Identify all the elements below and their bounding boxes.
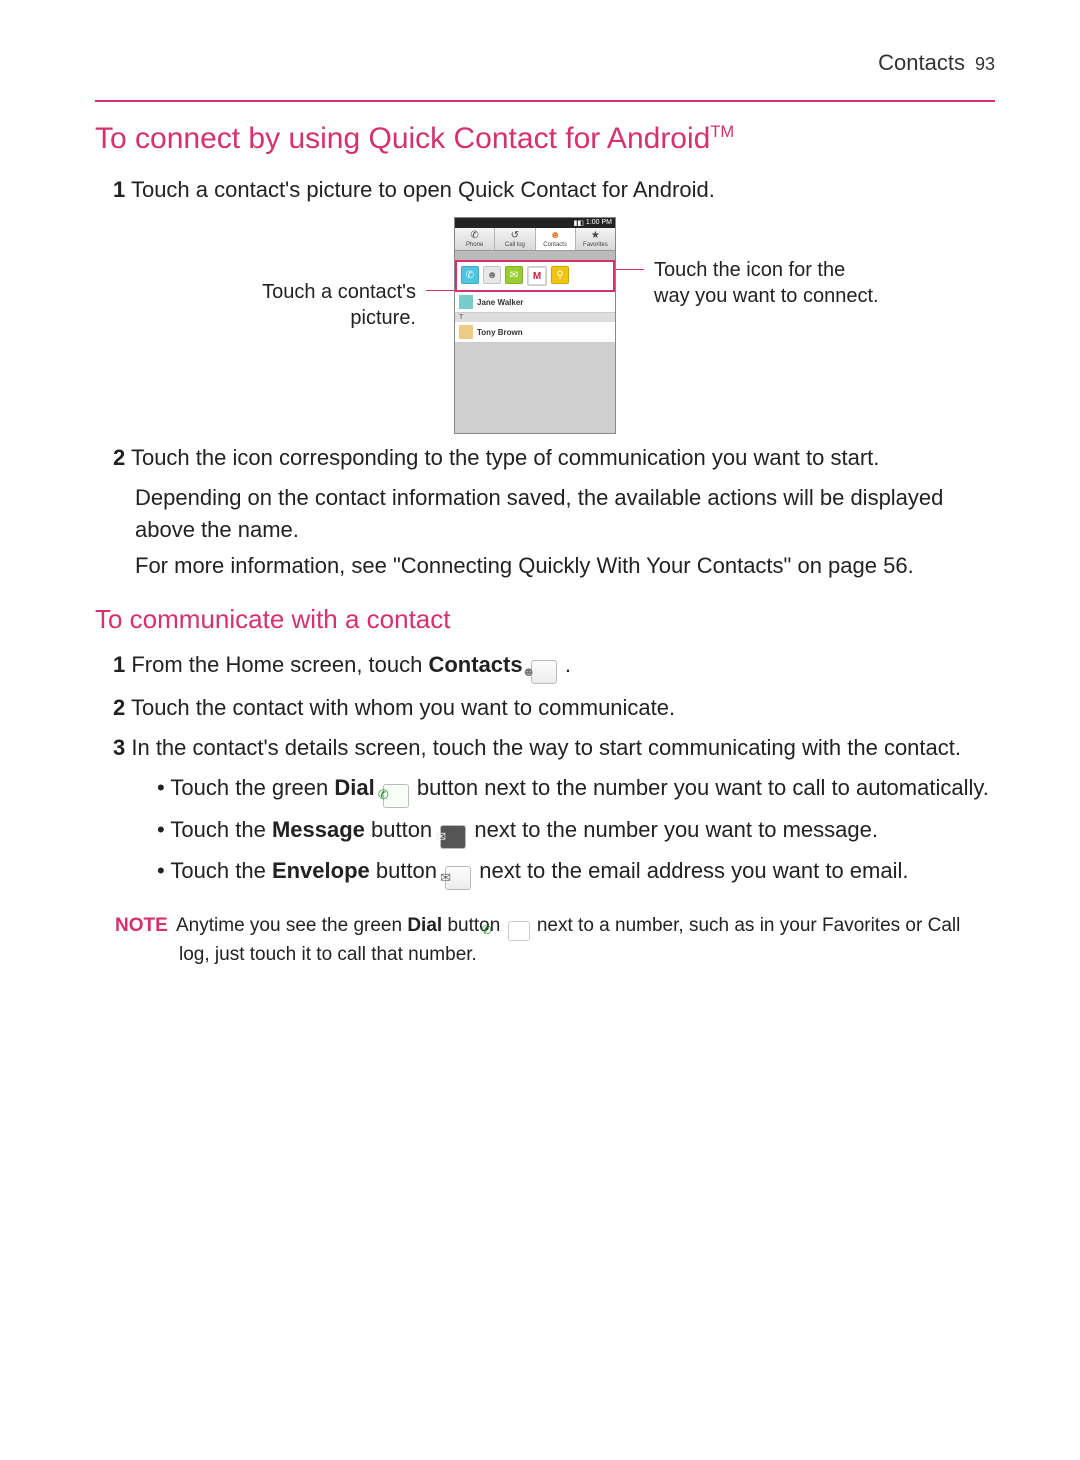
step-text: In the contact's details screen, touch t…	[125, 735, 961, 760]
running-header: Contacts 93	[95, 50, 995, 76]
phone-screenshot: ▮◧ 1:00 PM ✆Phone ↺Call log ☻Contacts ★F…	[454, 217, 616, 434]
quick-contact-bar: ✆ ☻ ✉ M ⚲	[455, 260, 615, 292]
quick-contact-card-icon[interactable]: ☻	[483, 266, 501, 284]
contacts-label: Contacts	[428, 652, 522, 677]
tab-bar: ✆Phone ↺Call log ☻Contacts ★Favorites	[455, 228, 615, 251]
dial-icon: ✆	[383, 784, 409, 808]
comm-step-3: 3 In the contact's details screen, touch…	[113, 732, 995, 764]
envelope-label: Envelope	[272, 858, 370, 883]
step-1: 1 Touch a contact's picture to open Quic…	[113, 174, 995, 206]
contact-name: Jane Walker	[477, 298, 523, 307]
header-divider	[95, 100, 995, 102]
step-2: 2 Touch the icon corresponding to the ty…	[113, 442, 995, 474]
dial-label: Dial	[407, 915, 442, 936]
leader-line-left	[426, 290, 454, 291]
note-text-a: Anytime you see the green	[172, 915, 408, 936]
status-bar: ▮◧ 1:00 PM	[455, 218, 615, 228]
step-number: 3	[113, 735, 125, 760]
section-heading-communicate: To communicate with a contact	[95, 604, 995, 635]
figure-caption-right: Touch the icon for the way you want to c…	[644, 217, 884, 309]
tab-contacts[interactable]: ☻Contacts	[536, 228, 576, 250]
bullet-text-b: button next to the number you want to ca…	[411, 775, 989, 800]
contact-name: Tony Brown	[477, 328, 523, 337]
step-text-a: From the Home screen, touch	[125, 652, 428, 677]
list-filler	[455, 343, 615, 433]
figure-caption-left: Touch a contact's picture.	[206, 217, 426, 331]
step-text-b: .	[559, 652, 571, 677]
star-icon: ★	[576, 230, 615, 242]
envelope-icon: ✉	[445, 866, 471, 890]
bullet-dial: Touch the green Dial ✆ button next to th…	[157, 772, 995, 807]
header-section: Contacts	[878, 50, 965, 76]
step-number: 1	[113, 177, 125, 202]
bullet-text-a: Touch the green	[170, 775, 334, 800]
step-text: Touch the icon corresponding to the type…	[125, 445, 879, 470]
contact-row-jane[interactable]: Jane Walker	[455, 292, 615, 313]
bullet-text-b: button	[365, 817, 438, 842]
trademark-symbol: TM	[710, 123, 734, 141]
quick-call-icon[interactable]: ✆	[461, 266, 479, 284]
quick-gmail-icon[interactable]: M	[527, 266, 547, 286]
comm-step-2: 2 Touch the contact with whom you want t…	[113, 692, 995, 724]
manual-page: Contacts 93 To connect by using Quick Co…	[0, 0, 1080, 1460]
note-label: NOTE	[115, 915, 168, 936]
bullet-text-a: Touch the	[170, 817, 272, 842]
step-number: 2	[113, 695, 125, 720]
bullet-text-c: next to the email address you want to em…	[473, 858, 908, 883]
list-section-letter: T	[455, 313, 615, 322]
header-page-number: 93	[975, 54, 995, 75]
search-bar[interactable]	[455, 251, 615, 260]
comm-step-1: 1 From the Home screen, touch Contacts ☻…	[113, 649, 995, 684]
dial-label: Dial	[334, 775, 374, 800]
step-number: 2	[113, 445, 125, 470]
tab-call-log[interactable]: ↺Call log	[495, 228, 535, 250]
tab-phone[interactable]: ✆Phone	[455, 228, 495, 250]
bullet-text-a: Touch the	[170, 858, 272, 883]
quick-map-icon[interactable]: ⚲	[551, 266, 569, 284]
note-text-b: button	[442, 915, 505, 936]
tab-favorites[interactable]: ★Favorites	[576, 228, 615, 250]
call-log-icon: ↺	[495, 230, 534, 242]
contacts-icon: ☻	[536, 230, 575, 242]
avatar-icon	[459, 295, 473, 309]
section-heading-quick-contact: To connect by using Quick Contact for An…	[95, 120, 995, 158]
step-text: Touch the contact with whom you want to …	[125, 695, 675, 720]
figure-quick-contact: Touch a contact's picture. ▮◧ 1:00 PM ✆P…	[95, 217, 995, 434]
avatar-icon	[459, 325, 473, 339]
bullet-message: Touch the Message button ✉ next to the n…	[157, 814, 995, 849]
status-time: 1:00 PM	[586, 219, 612, 227]
step-text: Touch a contact's picture to open Quick …	[125, 177, 715, 202]
contact-row-tony[interactable]: Tony Brown	[455, 322, 615, 343]
contacts-icon: ☻	[531, 660, 557, 684]
message-icon: ✉	[440, 825, 466, 849]
bullet-text-c: next to the number you want to message.	[468, 817, 878, 842]
note: NOTE Anytime you see the green Dial butt…	[115, 912, 995, 969]
heading-text: To connect by using Quick Contact for An…	[95, 122, 710, 155]
quick-sms-icon[interactable]: ✉	[505, 266, 523, 284]
dial-icon: ✆	[508, 921, 530, 941]
signal-icon: ▮◧	[573, 219, 583, 227]
bullet-text-b: button	[370, 858, 443, 883]
step-2-continuation-1: Depending on the contact information sav…	[135, 482, 995, 546]
step-2-continuation-2: For more information, see "Connecting Qu…	[135, 550, 995, 582]
phone-icon: ✆	[455, 230, 494, 242]
step-number: 1	[113, 652, 125, 677]
message-label: Message	[272, 817, 365, 842]
leader-line-right	[616, 269, 644, 270]
bullet-envelope: Touch the Envelope button ✉ next to the …	[157, 855, 995, 890]
